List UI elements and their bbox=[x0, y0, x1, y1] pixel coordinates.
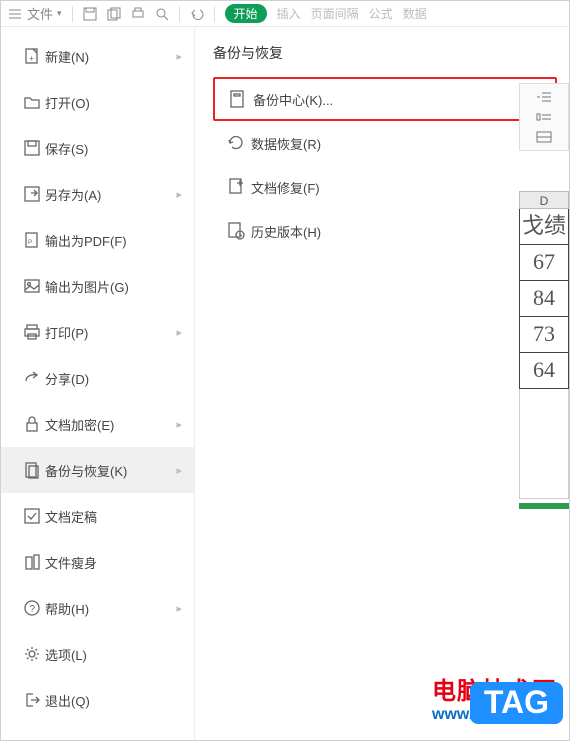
menu-label: 退出(Q) bbox=[45, 691, 184, 710]
menu-export-image[interactable]: 输出为图片(G) bbox=[1, 263, 194, 309]
history-icon bbox=[221, 221, 251, 241]
rows-icon[interactable] bbox=[536, 130, 552, 144]
sheet-cell[interactable]: 戈绩 bbox=[519, 209, 569, 245]
recovery-icon bbox=[221, 133, 251, 153]
file-sidebar: + 新建(N) ▸ 打开(O) 保存(S) 另存为(A) ▸ P 输出为PDF(… bbox=[1, 27, 195, 740]
submenu-label: 历史版本(H) bbox=[251, 222, 321, 241]
menu-encrypt[interactable]: 文档加密(E) ▸ bbox=[1, 401, 194, 447]
tab-formula[interactable]: 公式 bbox=[369, 5, 393, 22]
menu-share[interactable]: 分享(D) bbox=[1, 355, 194, 401]
submenu-history[interactable]: 历史版本(H) bbox=[213, 209, 557, 253]
menu-label: 文档加密(E) bbox=[45, 415, 176, 434]
new-icon: + bbox=[19, 47, 45, 65]
menu-export-pdf[interactable]: P 输出为PDF(F) bbox=[1, 217, 194, 263]
svg-text:?: ? bbox=[30, 604, 36, 615]
chevron-right-icon: ▸ bbox=[176, 326, 182, 339]
menu-label: 输出为图片(G) bbox=[45, 277, 184, 296]
menu-new[interactable]: + 新建(N) ▸ bbox=[1, 33, 194, 79]
submenu-label: 数据恢复(R) bbox=[251, 134, 321, 153]
repair-icon bbox=[221, 177, 251, 197]
share-icon bbox=[19, 369, 45, 387]
chevron-right-icon: ▸ bbox=[176, 464, 182, 477]
watermark: 站 电脑技术网 www.tagxp.com TAG bbox=[432, 671, 557, 724]
submenu-doc-repair[interactable]: 文档修复(F) bbox=[213, 165, 557, 209]
image-icon bbox=[19, 277, 45, 295]
chevron-right-icon: ▸ bbox=[176, 188, 182, 201]
sheet-cell[interactable]: 67 bbox=[519, 245, 569, 281]
submenu-title: 备份与恢复 bbox=[213, 43, 557, 63]
menu-label: 文档定稿 bbox=[45, 507, 184, 526]
menu-label: 备份与恢复(K) bbox=[45, 461, 176, 480]
tab-layout[interactable]: 页面间隔 bbox=[311, 5, 359, 22]
sheet-empty-area[interactable] bbox=[519, 389, 569, 499]
folder-icon bbox=[19, 93, 45, 111]
menu-label: 保存(S) bbox=[45, 139, 184, 158]
column-header[interactable]: D bbox=[519, 191, 569, 209]
preview-icon[interactable] bbox=[155, 7, 169, 21]
menu-label: 帮助(H) bbox=[45, 599, 176, 618]
backup-center-icon bbox=[223, 89, 253, 109]
menu-help[interactable]: ? 帮助(H) ▸ bbox=[1, 585, 194, 631]
backup-icon bbox=[19, 461, 45, 479]
sheet-cell[interactable]: 64 bbox=[519, 353, 569, 389]
slim-icon bbox=[19, 553, 45, 571]
file-menu[interactable]: 文件 ▾ bbox=[9, 4, 62, 23]
undo-icon[interactable] bbox=[190, 8, 204, 20]
tab-insert[interactable]: 插入 bbox=[277, 5, 301, 22]
menu-label: 输出为PDF(F) bbox=[45, 231, 184, 250]
menu-print[interactable]: 打印(P) ▸ bbox=[1, 309, 194, 355]
menu-save-as[interactable]: 另存为(A) ▸ bbox=[1, 171, 194, 217]
menu-options[interactable]: 选项(L) bbox=[1, 631, 194, 677]
menu-finalize[interactable]: 文档定稿 bbox=[1, 493, 194, 539]
chevron-right-icon: ▸ bbox=[176, 602, 182, 615]
tab-start[interactable]: 开始 bbox=[225, 4, 267, 23]
sheet-cell[interactable]: 73 bbox=[519, 317, 569, 353]
selection-highlight bbox=[519, 503, 569, 509]
menu-label: 分享(D) bbox=[45, 369, 184, 388]
lock-icon bbox=[19, 415, 45, 433]
menu-save[interactable]: 保存(S) bbox=[1, 125, 194, 171]
menu-label: 新建(N) bbox=[45, 47, 176, 66]
gear-icon bbox=[19, 645, 45, 663]
menu-label: 文件瘦身 bbox=[45, 553, 184, 572]
menu-label: 选项(L) bbox=[45, 645, 184, 664]
save-icon bbox=[19, 139, 45, 157]
spreadsheet-peek: D 戈绩 67 84 73 64 bbox=[519, 83, 569, 509]
watermark-tag: TAG bbox=[470, 682, 563, 724]
menu-open[interactable]: 打开(O) bbox=[1, 79, 194, 125]
chevron-right-icon: ▸ bbox=[176, 50, 182, 63]
save-icon[interactable] bbox=[83, 7, 97, 21]
help-icon: ? bbox=[19, 599, 45, 617]
svg-text:+: + bbox=[29, 54, 34, 63]
indent-left-icon[interactable] bbox=[536, 90, 552, 104]
submenu-label: 文档修复(F) bbox=[251, 178, 320, 197]
printer-icon bbox=[19, 323, 45, 341]
submenu-backup-center[interactable]: 备份中心(K)... bbox=[213, 77, 557, 121]
check-icon bbox=[19, 507, 45, 525]
sheet-tool-palette bbox=[519, 83, 569, 151]
menu-label: 打开(O) bbox=[45, 93, 184, 112]
tab-data[interactable]: 数据 bbox=[403, 5, 427, 22]
pdf-icon: P bbox=[19, 231, 45, 249]
sheet-cell[interactable]: 84 bbox=[519, 281, 569, 317]
top-toolbar: 文件 ▾ 开始 插入 页面间隔 公式 数据 bbox=[1, 1, 569, 27]
backup-submenu: 备份与恢复 备份中心(K)... 数据恢复(R) 文档修复(F) 历史版本(H)… bbox=[195, 27, 569, 740]
menu-backup-restore[interactable]: 备份与恢复(K) ▸ bbox=[1, 447, 194, 493]
chevron-right-icon: ▸ bbox=[176, 418, 182, 431]
submenu-data-recovery[interactable]: 数据恢复(R) bbox=[213, 121, 557, 165]
menu-exit[interactable]: 退出(Q) bbox=[1, 677, 194, 723]
equals-icon[interactable] bbox=[536, 110, 552, 124]
menu-slim[interactable]: 文件瘦身 bbox=[1, 539, 194, 585]
exit-icon bbox=[19, 691, 45, 709]
save-as-icon bbox=[19, 185, 45, 203]
submenu-label: 备份中心(K)... bbox=[253, 90, 333, 109]
print-icon[interactable] bbox=[131, 7, 145, 21]
svg-text:P: P bbox=[28, 240, 32, 246]
menu-label: 打印(P) bbox=[45, 323, 176, 342]
menu-label: 另存为(A) bbox=[45, 185, 176, 204]
copy-icon[interactable] bbox=[107, 7, 121, 21]
